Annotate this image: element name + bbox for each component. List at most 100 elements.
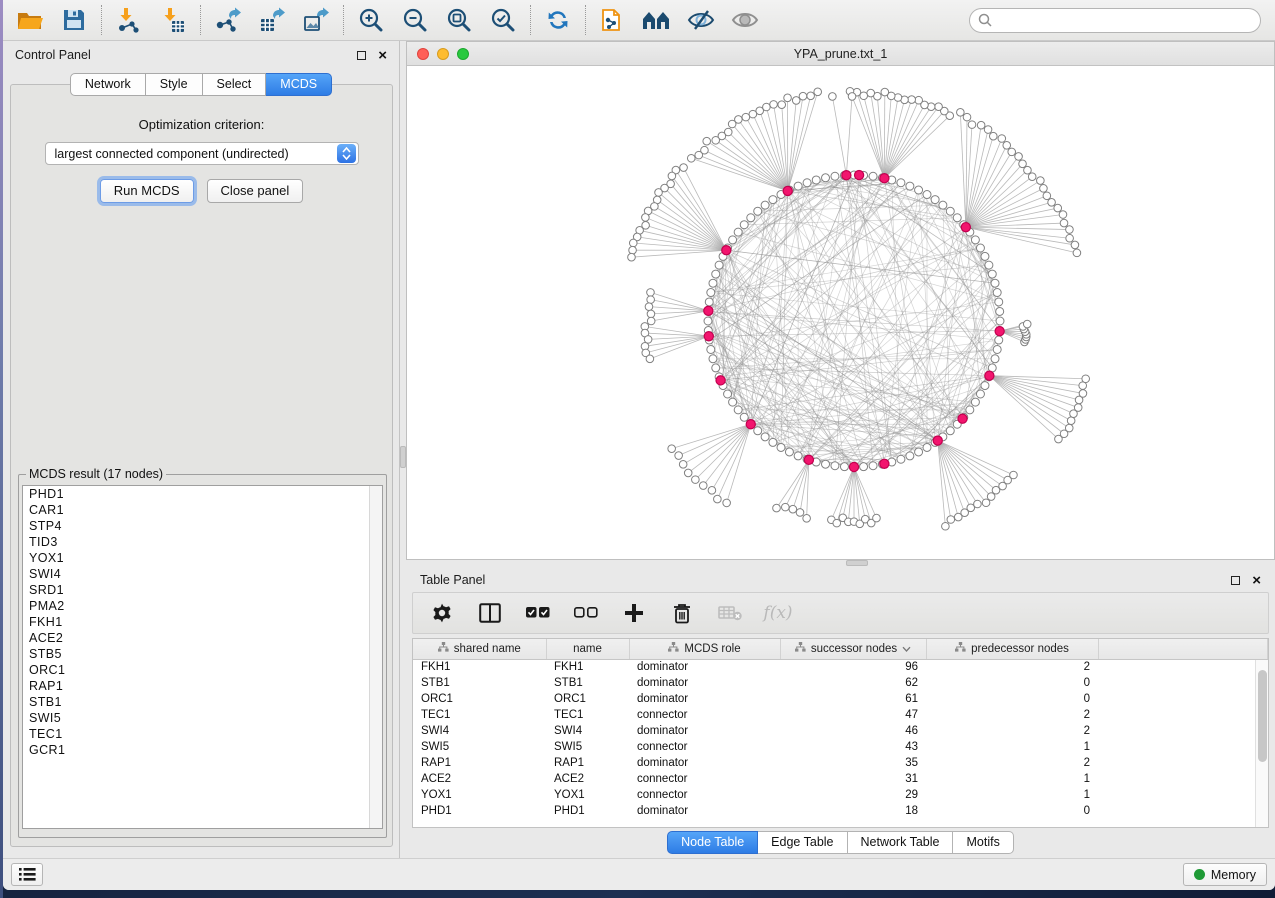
network-node[interactable] bbox=[1059, 211, 1067, 219]
mcds-result-item[interactable]: TEC1 bbox=[23, 726, 382, 742]
network-node[interactable] bbox=[769, 438, 777, 446]
network-node[interactable] bbox=[803, 179, 811, 187]
network-node[interactable] bbox=[996, 307, 1004, 315]
network-node[interactable] bbox=[908, 96, 916, 104]
network-node[interactable] bbox=[915, 186, 923, 194]
network-node[interactable] bbox=[1073, 249, 1081, 257]
table-row[interactable]: ACE2ACE2connector311 bbox=[413, 771, 1268, 787]
network-node[interactable] bbox=[977, 121, 985, 129]
network-node[interactable] bbox=[822, 460, 830, 468]
network-node[interactable] bbox=[782, 503, 790, 511]
network-node[interactable] bbox=[881, 88, 889, 96]
network-node[interactable] bbox=[968, 121, 976, 129]
network-node[interactable] bbox=[761, 201, 769, 209]
mcds-dominator-node[interactable] bbox=[961, 223, 970, 232]
refresh-layout-icon[interactable] bbox=[543, 5, 573, 35]
network-node[interactable] bbox=[976, 244, 984, 252]
export-image-icon[interactable] bbox=[301, 5, 331, 35]
mcds-result-item[interactable]: SRD1 bbox=[23, 582, 382, 598]
float-panel-icon[interactable] bbox=[1231, 576, 1240, 585]
network-node[interactable] bbox=[1074, 404, 1082, 412]
network-node[interactable] bbox=[747, 214, 755, 222]
network-node[interactable] bbox=[995, 336, 1003, 344]
network-node[interactable] bbox=[785, 448, 793, 456]
memory-button[interactable]: Memory bbox=[1183, 863, 1267, 886]
network-node[interactable] bbox=[754, 427, 762, 435]
network-node[interactable] bbox=[953, 214, 961, 222]
mcds-result-item[interactable]: CAR1 bbox=[23, 502, 382, 518]
mcds-result-item[interactable]: STP4 bbox=[23, 518, 382, 534]
settings-gear-icon[interactable] bbox=[429, 600, 455, 626]
network-node[interactable] bbox=[773, 504, 781, 512]
network-node[interactable] bbox=[1048, 198, 1056, 206]
network-node[interactable] bbox=[1024, 166, 1032, 174]
network-node[interactable] bbox=[974, 500, 982, 508]
select-all-columns-icon[interactable] bbox=[525, 600, 551, 626]
network-node[interactable] bbox=[1067, 417, 1075, 425]
network-node[interactable] bbox=[749, 110, 757, 118]
network-node[interactable] bbox=[939, 201, 947, 209]
mcds-result-item[interactable]: ACE2 bbox=[23, 630, 382, 646]
mcds-dominator-node[interactable] bbox=[804, 455, 813, 464]
network-node[interactable] bbox=[707, 345, 715, 353]
network-node[interactable] bbox=[822, 174, 830, 182]
network-node[interactable] bbox=[971, 398, 979, 406]
network-node[interactable] bbox=[692, 476, 700, 484]
mcds-dominator-node[interactable] bbox=[783, 186, 792, 195]
network-node[interactable] bbox=[796, 509, 804, 517]
network-node[interactable] bbox=[729, 398, 737, 406]
network-node[interactable] bbox=[778, 101, 786, 109]
network-node[interactable] bbox=[646, 355, 654, 363]
network-node[interactable] bbox=[803, 514, 811, 522]
close-panel-button[interactable]: Close panel bbox=[207, 179, 304, 203]
mcds-dominator-node[interactable] bbox=[716, 376, 725, 385]
network-node[interactable] bbox=[829, 93, 837, 101]
table-scrollbar[interactable] bbox=[1255, 660, 1268, 828]
network-node[interactable] bbox=[799, 92, 807, 100]
table-row[interactable]: STB1STB1dominator620 bbox=[413, 675, 1268, 691]
network-node[interactable] bbox=[734, 228, 742, 236]
network-node[interactable] bbox=[1023, 320, 1031, 328]
network-node[interactable] bbox=[734, 406, 742, 414]
mcds-result-item[interactable]: STB1 bbox=[23, 694, 382, 710]
network-node[interactable] bbox=[981, 382, 989, 390]
network-node[interactable] bbox=[708, 487, 716, 495]
network-node[interactable] bbox=[699, 482, 707, 490]
table-row[interactable]: YOX1YOX1connector291 bbox=[413, 787, 1268, 803]
network-node[interactable] bbox=[704, 317, 712, 325]
open-session-file-icon[interactable] bbox=[598, 5, 628, 35]
delete-column-icon[interactable] bbox=[669, 600, 695, 626]
mcds-result-item[interactable]: TID3 bbox=[23, 534, 382, 550]
import-table-icon[interactable] bbox=[158, 5, 188, 35]
network-node[interactable] bbox=[833, 519, 841, 527]
mcds-dominator-node[interactable] bbox=[933, 436, 942, 445]
network-node[interactable] bbox=[1054, 204, 1062, 212]
network-node[interactable] bbox=[991, 279, 999, 287]
network-node[interactable] bbox=[1082, 375, 1090, 383]
network-node[interactable] bbox=[647, 310, 655, 318]
tab-motifs[interactable]: Motifs bbox=[953, 831, 1013, 854]
network-node[interactable] bbox=[1066, 226, 1074, 234]
network-node[interactable] bbox=[1003, 141, 1011, 149]
mcds-list-scrollbar[interactable] bbox=[369, 486, 382, 828]
mcds-dominator-node[interactable] bbox=[958, 414, 967, 423]
zoom-fit-icon[interactable] bbox=[444, 5, 474, 35]
delete-table-icon[interactable] bbox=[717, 600, 743, 626]
network-titlebar[interactable]: YPA_prune.txt_1 bbox=[407, 42, 1274, 66]
tab-network[interactable]: Network bbox=[70, 73, 146, 96]
mcds-dominator-node[interactable] bbox=[704, 332, 713, 341]
network-node[interactable] bbox=[794, 182, 802, 190]
import-network-icon[interactable] bbox=[114, 5, 144, 35]
network-node[interactable] bbox=[789, 505, 797, 513]
hide-selected-icon[interactable] bbox=[686, 5, 716, 35]
network-node[interactable] bbox=[946, 207, 954, 215]
network-node[interactable] bbox=[740, 413, 748, 421]
network-node[interactable] bbox=[985, 261, 993, 269]
network-node[interactable] bbox=[715, 261, 723, 269]
close-panel-icon[interactable]: × bbox=[1252, 576, 1261, 585]
network-node[interactable] bbox=[873, 514, 881, 522]
table-row[interactable]: PHD1PHD1dominator180 bbox=[413, 803, 1268, 819]
add-column-icon[interactable] bbox=[621, 600, 647, 626]
network-node[interactable] bbox=[1037, 177, 1045, 185]
mcds-result-item[interactable]: PMA2 bbox=[23, 598, 382, 614]
